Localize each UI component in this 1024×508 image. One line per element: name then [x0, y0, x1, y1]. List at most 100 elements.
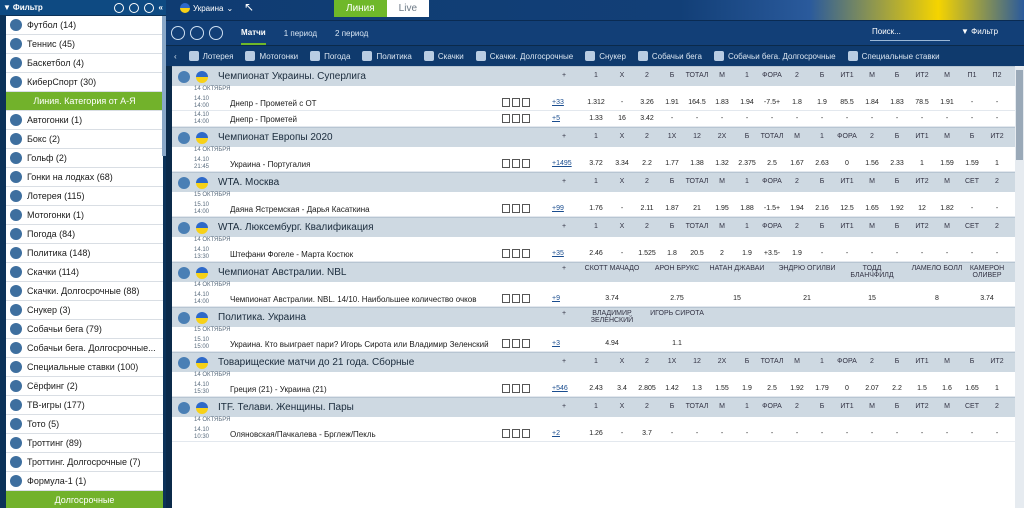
sidebar-item[interactable]: Мотогонки (1) — [6, 206, 163, 225]
sidebar-item[interactable]: Скачки (114) — [6, 263, 163, 282]
tab-matches[interactable]: Матчи — [241, 28, 266, 45]
odds-cell[interactable]: 1.95 — [710, 205, 734, 212]
sport-tab[interactable]: Погода — [310, 51, 350, 61]
odds-cell[interactable]: 1.525 — [635, 250, 659, 257]
stats-icon[interactable] — [512, 249, 520, 258]
sidebar-item[interactable]: Гонки на лодках (68) — [6, 168, 163, 187]
sport-tab[interactable]: Мотогонки — [245, 51, 298, 61]
league-header[interactable]: Чемпионат Австралии. NBL + СКОТТ МАЧАДО АРО… — [172, 262, 1024, 282]
sidebar-item[interactable]: Футбол (14) — [6, 16, 163, 35]
odds-cell[interactable]: - — [885, 115, 909, 122]
odds-cell[interactable]: - — [960, 99, 984, 106]
league-header[interactable]: ITF. Телави. Женщины. Пары +1 X 2 Б ТОТАЛ М 1 ФО… — [172, 397, 1024, 417]
stats-icon[interactable] — [502, 159, 510, 168]
event-row[interactable]: 15.10 14:00 Даяна Ястремская - Дарья Касат… — [172, 201, 1024, 217]
odds-cell[interactable]: 2.07 — [860, 385, 884, 392]
odds-cell[interactable]: 12 — [910, 205, 934, 212]
odds-cell[interactable]: 1.77 — [660, 160, 684, 167]
odds-cell[interactable]: - — [785, 115, 809, 122]
odds-cell[interactable]: -7.5+ — [760, 99, 784, 106]
event-row[interactable]: 14.10 14:00 Днепр - Прометей +5 1.33 16 3.42- -… — [172, 111, 1024, 127]
league-header[interactable]: Чемпионат Европы 2020 +1 X 2 1X 12 2X Б ТОТАЛ М 1 Ф… — [172, 127, 1024, 147]
sport-tab[interactable]: Политика — [362, 51, 412, 61]
odds-cell[interactable]: - — [935, 115, 959, 122]
odds-cell[interactable]: - — [960, 250, 984, 257]
odds-cell[interactable]: 1 — [985, 160, 1009, 167]
event-row[interactable]: 14.10 21:45 Украина - Португалия +1495 3.72 3… — [172, 156, 1024, 172]
odds-cell[interactable]: 15 — [860, 295, 884, 302]
stats-icon[interactable] — [522, 339, 530, 348]
sport-tab[interactable]: Собачьи бега. Долгосрочные — [713, 51, 836, 61]
odds-cell[interactable]: - — [960, 115, 984, 122]
stats-icon[interactable] — [502, 339, 510, 348]
sport-tab[interactable]: Лотерея — [188, 51, 233, 61]
event-row[interactable]: 15.10 15:00 Украина. Кто выиграет пари? Иг… — [172, 336, 1024, 352]
stats-icon[interactable] — [502, 249, 510, 258]
odds-cell[interactable]: - — [885, 430, 909, 437]
nav-filter-button[interactable]: ▼ Фильтр — [961, 27, 998, 36]
sport-tab[interactable]: Снукер — [585, 51, 626, 61]
odds-cell[interactable]: 15 — [725, 295, 749, 302]
more-markets-link[interactable]: +3 — [552, 340, 560, 347]
trophy-icon[interactable] — [209, 26, 223, 40]
event-name[interactable]: Штефани Фогеле - Марта Костюк — [230, 250, 353, 259]
globe-icon[interactable] — [128, 2, 139, 13]
event-row[interactable]: 14.10 14:00 Днепр - Прометей с ОТ +33 1.312-… — [172, 95, 1024, 111]
event-name[interactable]: Днепр - Прометей — [230, 115, 297, 124]
odds-cell[interactable]: 85.5 — [835, 99, 859, 106]
sidebar-item[interactable]: КиберСпорт (30) — [6, 73, 163, 92]
odds-cell[interactable]: - — [660, 115, 684, 122]
odds-cell[interactable]: - — [760, 115, 784, 122]
more-markets-link[interactable]: +33 — [552, 99, 564, 106]
event-name[interactable]: Украина. Кто выиграет пари? Игорь Сирота… — [230, 340, 489, 349]
odds-cell[interactable]: - — [960, 430, 984, 437]
sidebar-category-header[interactable]: Линия. Категория от А-Я — [6, 92, 163, 111]
sport-tab[interactable]: Скачки. Долгосрочные — [475, 51, 573, 61]
odds-cell[interactable]: 1.6 — [935, 385, 959, 392]
odds-cell[interactable]: 1.9 — [810, 99, 834, 106]
tab-period2[interactable]: 2 период — [335, 29, 368, 38]
more-markets-link[interactable]: +2 — [552, 430, 560, 437]
odds-cell[interactable]: - — [710, 430, 734, 437]
odds-cell[interactable]: - — [760, 430, 784, 437]
odds-cell[interactable]: 2.46 — [584, 250, 608, 257]
home-icon[interactable] — [171, 26, 185, 40]
sport-icon[interactable] — [190, 26, 204, 40]
odds-cell[interactable]: - — [735, 115, 759, 122]
scroll-left-icon[interactable]: ‹ — [174, 52, 177, 61]
odds-cell[interactable]: - — [935, 250, 959, 257]
odds-cell[interactable]: - — [910, 115, 934, 122]
odds-cell[interactable]: - — [835, 430, 859, 437]
odds-cell[interactable]: 2.2 — [635, 160, 659, 167]
sidebar-item[interactable]: Гольф (2) — [6, 149, 163, 168]
odds-cell[interactable]: - — [685, 115, 709, 122]
more-markets-link[interactable]: +1495 — [552, 160, 572, 167]
odds-cell[interactable]: - — [810, 115, 834, 122]
event-row[interactable]: 14.10 14:00 Чемпионат Австралии. NBL. 14/1… — [172, 291, 1024, 307]
odds-cell[interactable]: 4.94 — [600, 340, 624, 347]
odds-cell[interactable]: 1.38 — [685, 160, 709, 167]
odds-cell[interactable]: 12.5 — [835, 205, 859, 212]
country-selector[interactable]: Украина ⌄ — [180, 3, 233, 13]
league-header[interactable]: WTA. Москва +1 X 2 Б ТОТАЛ М 1 ФОРА 2 Б ИТ1 М Б ИТ2 М СЕ… — [172, 172, 1024, 192]
odds-cell[interactable]: 2.5 — [760, 385, 784, 392]
odds-cell[interactable]: -1.5+ — [760, 205, 784, 212]
settings-icon[interactable] — [113, 2, 124, 13]
stats-icon[interactable] — [512, 159, 520, 168]
event-name[interactable]: Даяна Ястремская - Дарья Касаткина — [230, 205, 370, 214]
stats-icon[interactable] — [512, 114, 520, 123]
odds-cell[interactable]: - — [835, 115, 859, 122]
odds-cell[interactable]: 1.5 — [910, 385, 934, 392]
stats-icon[interactable] — [502, 294, 510, 303]
odds-cell[interactable]: - — [910, 430, 934, 437]
odds-cell[interactable]: - — [885, 250, 909, 257]
odds-cell[interactable]: - — [860, 250, 884, 257]
odds-cell[interactable]: 1.76 — [584, 205, 608, 212]
odds-cell[interactable]: 1.94 — [735, 99, 759, 106]
collapse-icon[interactable]: « — [159, 3, 163, 12]
odds-cell[interactable]: 1.32 — [710, 160, 734, 167]
stats-icon[interactable] — [522, 98, 530, 107]
stats-icon[interactable] — [522, 294, 530, 303]
more-markets-link[interactable]: +5 — [552, 115, 560, 122]
stats-icon[interactable] — [502, 384, 510, 393]
